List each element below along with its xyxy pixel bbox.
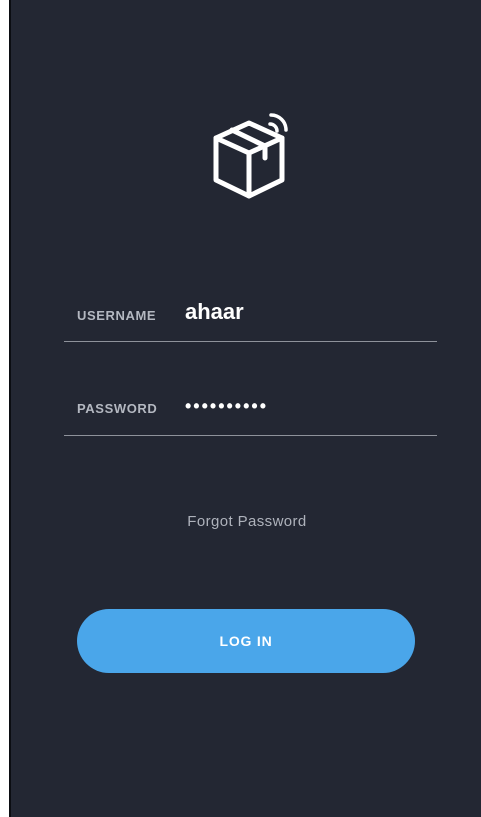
- password-label: PASSWORD: [77, 401, 158, 416]
- username-label: USERNAME: [77, 308, 157, 323]
- package-wifi-icon: [208, 110, 292, 202]
- login-screen: USERNAME PASSWORD Forgot Password LOG IN: [9, 0, 481, 817]
- forgot-password-link[interactable]: Forgot Password: [11, 513, 481, 530]
- username-input[interactable]: [185, 299, 425, 325]
- username-field: USERNAME: [64, 290, 437, 342]
- password-underline: [64, 435, 437, 436]
- login-button[interactable]: LOG IN: [77, 609, 415, 673]
- password-input[interactable]: [185, 396, 425, 417]
- username-underline: [64, 341, 437, 342]
- password-field: PASSWORD: [64, 384, 437, 436]
- device-frame: USERNAME PASSWORD Forgot Password LOG IN: [0, 0, 481, 817]
